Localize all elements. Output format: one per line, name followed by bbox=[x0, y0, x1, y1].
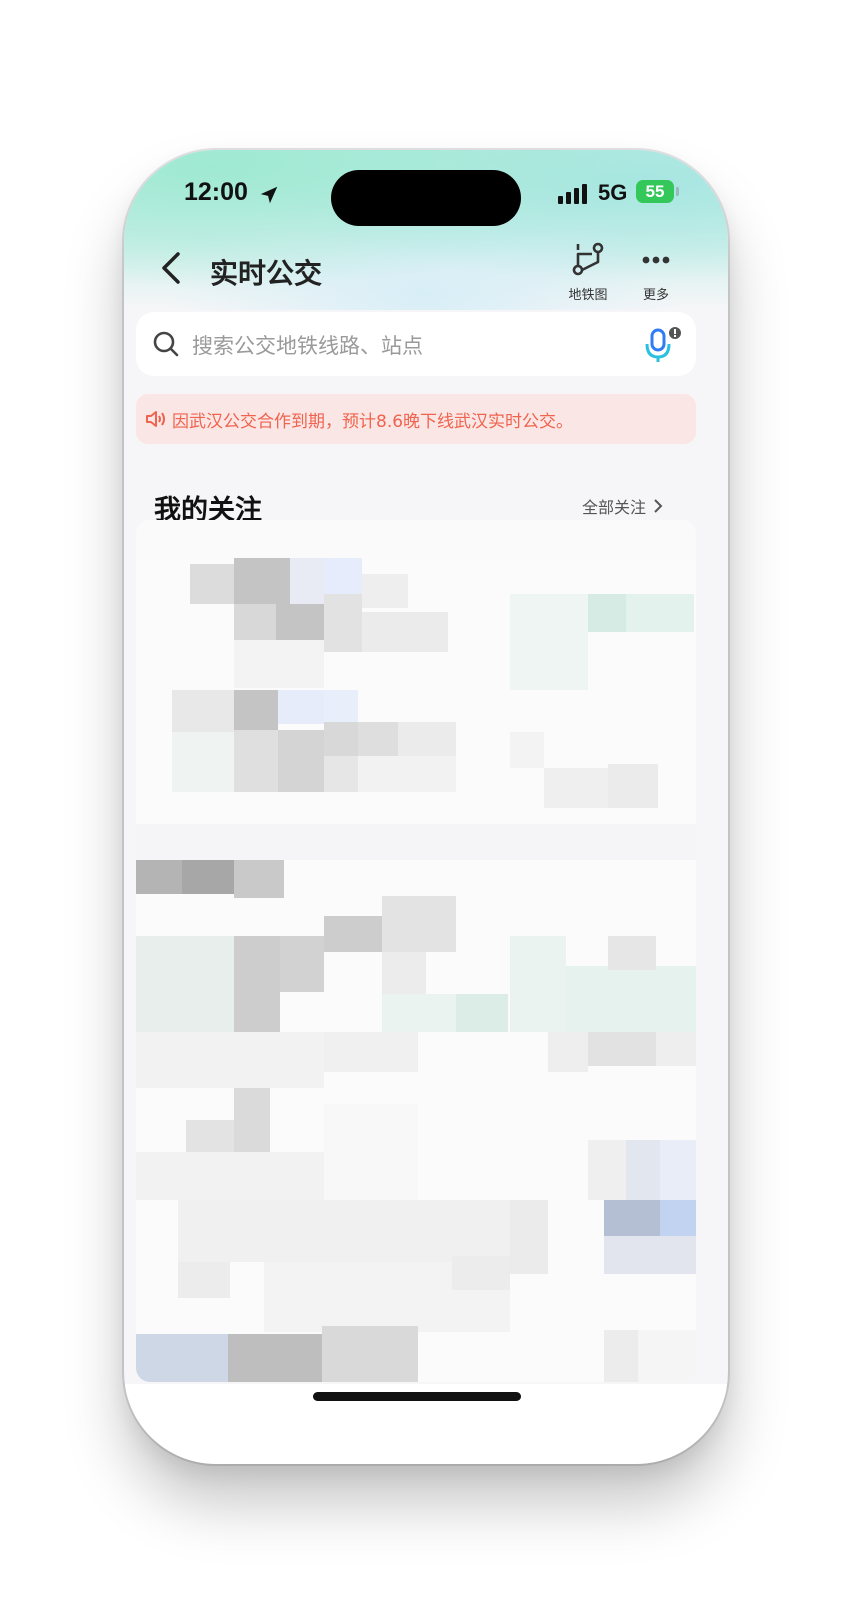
more-dots-icon bbox=[642, 256, 670, 264]
more-button[interactable]: 更多 bbox=[626, 240, 686, 303]
search-placeholder: 搜索公交地铁线路、站点 bbox=[192, 334, 423, 358]
nav-bar: 实时公交 地铁图 更多 bbox=[124, 238, 728, 308]
subway-map-icon bbox=[572, 242, 604, 276]
notice-text: 因武汉公交合作到期，预计8.6晚下线武汉实时公交。 bbox=[172, 412, 574, 432]
location-arrow-icon bbox=[260, 186, 278, 204]
subway-map-label: 地铁图 bbox=[568, 288, 608, 303]
voice-search-icon[interactable] bbox=[642, 326, 682, 364]
search-bar[interactable]: 搜索公交地铁线路、站点 bbox=[136, 312, 696, 376]
page-title: 实时公交 bbox=[210, 257, 323, 290]
speaker-icon bbox=[146, 411, 165, 427]
dynamic-island bbox=[331, 170, 521, 226]
all-following-link[interactable]: 全部关注 bbox=[582, 494, 664, 518]
battery-tip bbox=[676, 187, 679, 196]
search-icon bbox=[153, 331, 179, 357]
phone-frame: 12:00 5G 55 实时公交 地铁图 更多 搜索公交地铁线路、站点 因武汉公… bbox=[124, 150, 728, 1464]
network-type: 5G bbox=[598, 180, 628, 205]
screenshot-stage: 12:00 5G 55 实时公交 地铁图 更多 搜索公交地铁线路、站点 因武汉公… bbox=[0, 0, 852, 1622]
more-label: 更多 bbox=[642, 288, 669, 303]
pixelated-content bbox=[136, 520, 696, 1382]
chevron-right-icon bbox=[654, 499, 663, 513]
cellular-signal-icon bbox=[558, 184, 587, 204]
all-following-label: 全部关注 bbox=[582, 498, 647, 517]
status-time: 12:00 bbox=[184, 178, 248, 206]
battery-icon: 55 bbox=[636, 180, 674, 203]
notice-banner: 因武汉公交合作到期，预计8.6晚下线武汉实时公交。 bbox=[136, 394, 696, 444]
home-indicator[interactable] bbox=[313, 1392, 521, 1401]
status-bar: 12:00 5G 55 bbox=[124, 150, 728, 240]
subway-map-button[interactable]: 地铁图 bbox=[558, 240, 618, 303]
battery-level: 55 bbox=[645, 181, 665, 201]
back-chevron-icon[interactable] bbox=[154, 248, 190, 288]
